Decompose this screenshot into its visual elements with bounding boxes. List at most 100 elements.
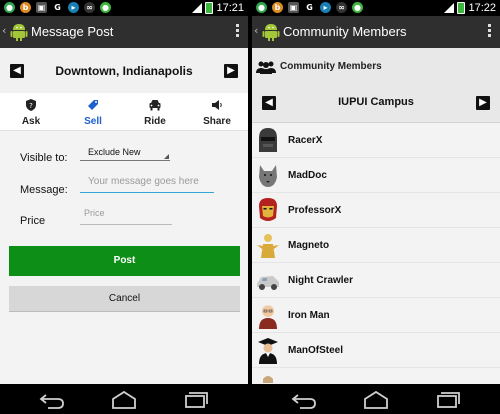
image-notification-icon: ▣ (288, 2, 299, 13)
community-header-label: Community Members (280, 61, 382, 72)
message-label: Message: (20, 184, 68, 196)
android-notification-icon: ● (352, 2, 363, 13)
play-notification-icon: ▸ (68, 2, 79, 13)
tab-label: Ask (21, 116, 41, 127)
page-title: Community Members (283, 24, 407, 39)
member-row[interactable]: Magneto (252, 228, 500, 263)
member-row[interactable]: MadDoc (252, 158, 500, 193)
app-notification-icon: ● (4, 2, 15, 13)
play-notification-icon: ▸ (320, 2, 331, 13)
graduate-avatar (258, 338, 278, 364)
status-indicators: 17:22 (444, 1, 496, 15)
navigation-bar (0, 384, 248, 414)
visibility-value: Exclude New (88, 147, 141, 157)
google-icon: G (52, 2, 63, 13)
car-icon (149, 100, 161, 111)
member-row[interactable]: Night Crawler (252, 263, 500, 298)
tab-ask[interactable]: ? Ask (0, 93, 62, 130)
price-label: Price (20, 215, 46, 227)
status-time: 17:22 (468, 2, 496, 14)
voicemail-icon: ∞ (84, 2, 95, 13)
status-bar: ● b ▣ G ▸ ∞ ● 17:22 (252, 0, 500, 16)
next-location-button[interactable]: ▶ (224, 64, 238, 78)
tag-icon (88, 100, 98, 110)
status-bar: ● b ▣ G ▸ ∞ ● 17:21 (0, 0, 248, 16)
image-notification-icon: ▣ (36, 2, 47, 13)
status-indicators: 17:21 (192, 1, 244, 15)
partial-avatar (263, 376, 273, 383)
shield-icon: ? (26, 99, 36, 111)
cancel-button[interactable]: Cancel (9, 286, 240, 312)
action-bar: ‹ Message Post (0, 16, 248, 48)
overflow-menu-icon[interactable] (236, 24, 239, 39)
price-input[interactable]: Price (80, 208, 172, 225)
android-logo-icon[interactable] (10, 21, 28, 41)
location-selector: ◀ Downtown, Indianapolis ▶ (0, 48, 248, 94)
member-name: Magneto (288, 240, 330, 251)
wolf-avatar (259, 165, 277, 187)
recents-nav-icon[interactable] (185, 392, 208, 408)
helmet-avatar (259, 128, 277, 152)
back-chevron-icon[interactable]: ‹ (2, 24, 6, 37)
member-name: Night Crawler (288, 275, 354, 286)
gold-figure-avatar (257, 234, 279, 258)
member-row[interactable]: ProfessorX (252, 193, 500, 228)
member-name: RacerX (288, 135, 323, 146)
android-notification-icon: ● (100, 2, 111, 13)
message-input[interactable]: Your message goes here (80, 176, 214, 193)
status-time: 17:21 (216, 2, 244, 14)
message-post-screen: ● b ▣ G ▸ ∞ ● 17:21 ‹ Message Post ◀ Dow… (0, 0, 248, 414)
tab-sell[interactable]: Sell (62, 93, 124, 130)
android-logo-icon[interactable] (262, 21, 280, 41)
back-nav-icon[interactable] (291, 394, 316, 409)
recents-nav-icon[interactable] (437, 392, 460, 408)
visibility-dropdown[interactable]: Exclude New (80, 146, 170, 161)
battery-icon (457, 2, 466, 14)
member-row[interactable]: ManOfSteel (252, 333, 500, 368)
app-screens: ● b ▣ G ▸ ∞ ● 17:21 ‹ Message Post ◀ Dow… (0, 0, 500, 414)
svg-text:?: ? (29, 102, 33, 110)
post-form: Visible to: Exclude New Message: Your me… (0, 131, 248, 384)
google-icon: G (304, 2, 315, 13)
community-header: Community Members (252, 48, 500, 86)
location-name: Downtown, Indianapolis (55, 64, 193, 78)
member-name: ManOfSteel (288, 345, 344, 356)
professor-avatar (259, 305, 277, 329)
next-campus-button[interactable]: ▶ (476, 96, 490, 110)
action-bar: ‹ Community Members (252, 16, 500, 48)
tab-label: Ride (144, 116, 166, 127)
notification-icons: ● b ▣ G ▸ ∞ ● (256, 2, 363, 13)
navigation-bar (252, 384, 500, 414)
home-nav-icon[interactable] (112, 390, 136, 409)
member-name: Iron Man (288, 310, 330, 321)
overflow-menu-icon[interactable] (488, 24, 491, 39)
post-button[interactable]: Post (9, 246, 240, 276)
campus-name: IUPUI Campus (338, 96, 414, 108)
voicemail-icon: ∞ (336, 2, 347, 13)
member-list: RacerX MadDoc ProfessorX Magneto Night C… (252, 123, 500, 385)
member-row[interactable]: RacerX (252, 123, 500, 158)
member-row-partial[interactable] (252, 368, 500, 385)
page-title: Message Post (31, 24, 114, 39)
member-row[interactable]: Iron Man (252, 298, 500, 333)
notification-icons: ● b ▣ G ▸ ∞ ● (4, 2, 111, 13)
home-nav-icon[interactable] (364, 390, 388, 409)
group-icon (256, 61, 276, 74)
browser-notification-icon: b (20, 2, 31, 13)
app-notification-icon: ● (256, 2, 267, 13)
dropdown-triangle-icon (164, 154, 169, 159)
back-nav-icon[interactable] (39, 394, 64, 409)
tab-share[interactable]: Share (186, 93, 248, 130)
tab-ride[interactable]: Ride (124, 93, 186, 130)
browser-notification-icon: b (272, 2, 283, 13)
back-chevron-icon[interactable]: ‹ (254, 24, 258, 37)
post-type-tabs: ? Ask Sell Ride Share (0, 93, 248, 131)
community-members-screen: ● b ▣ G ▸ ∞ ● 17:22 ‹ Community Members … (252, 0, 500, 414)
battery-icon (205, 2, 214, 14)
visible-to-label: Visible to: (20, 152, 68, 164)
tab-label: Sell (84, 116, 102, 127)
member-name: ProfessorX (288, 205, 342, 216)
speaker-icon (212, 100, 222, 110)
car-avatar (257, 276, 279, 290)
signal-icon (444, 3, 455, 13)
